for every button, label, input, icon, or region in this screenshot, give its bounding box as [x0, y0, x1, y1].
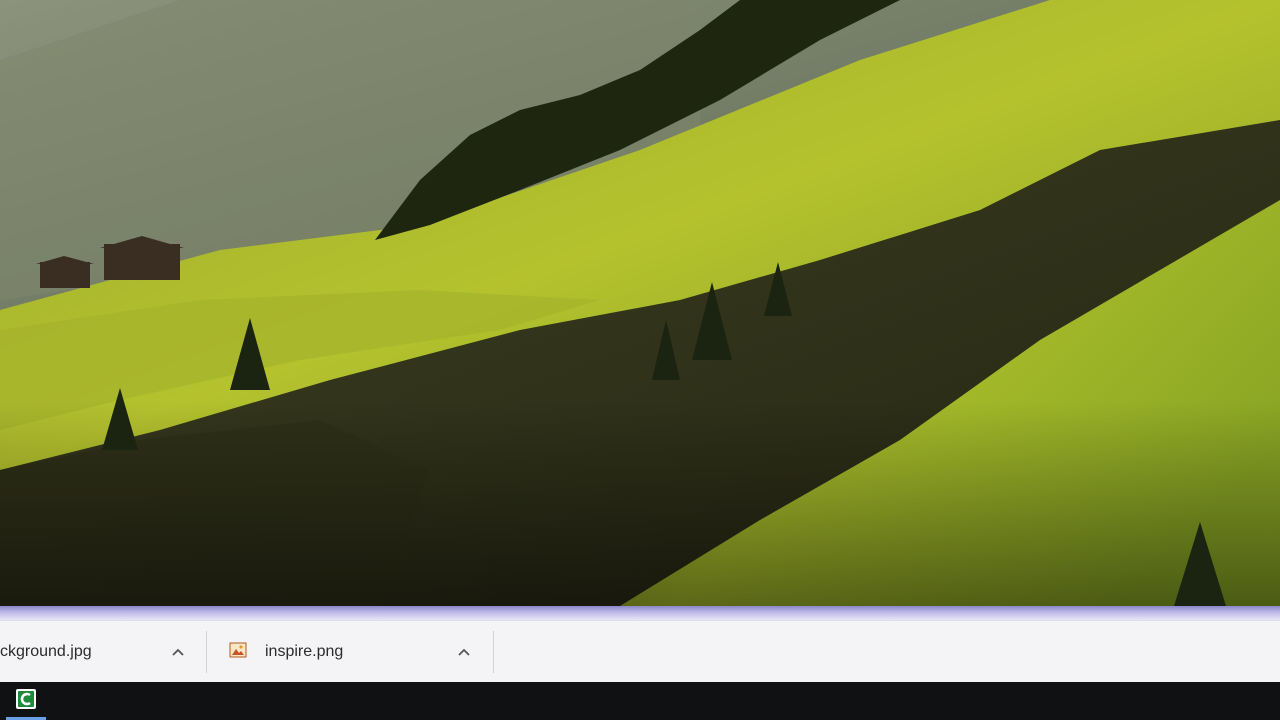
taskbar: [0, 682, 1280, 720]
download-item-filename: inspire.png: [265, 643, 344, 660]
image-file-icon: [229, 642, 247, 658]
download-item-divider: [206, 631, 207, 673]
desktop-screen: ckground.jpg inspire.png: [0, 0, 1280, 720]
downloads-shelf-top-border: [0, 606, 1280, 620]
download-item-divider: [493, 631, 494, 673]
download-item-filename: ckground.jpg: [0, 643, 92, 660]
desktop-wallpaper: [0, 0, 1280, 606]
camtasia-app-icon: [15, 688, 37, 715]
downloads-shelf: ckground.jpg inspire.png: [0, 620, 1280, 682]
download-item-ckground-jpg[interactable]: ckground.jpg: [0, 629, 206, 675]
taskbar-app-button[interactable]: [6, 682, 46, 720]
chevron-up-icon[interactable]: [453, 641, 475, 663]
wallpaper-landscape-image: [0, 0, 1280, 606]
download-item-inspire-png[interactable]: inspire.png: [229, 629, 493, 675]
chevron-up-icon[interactable]: [167, 641, 189, 663]
